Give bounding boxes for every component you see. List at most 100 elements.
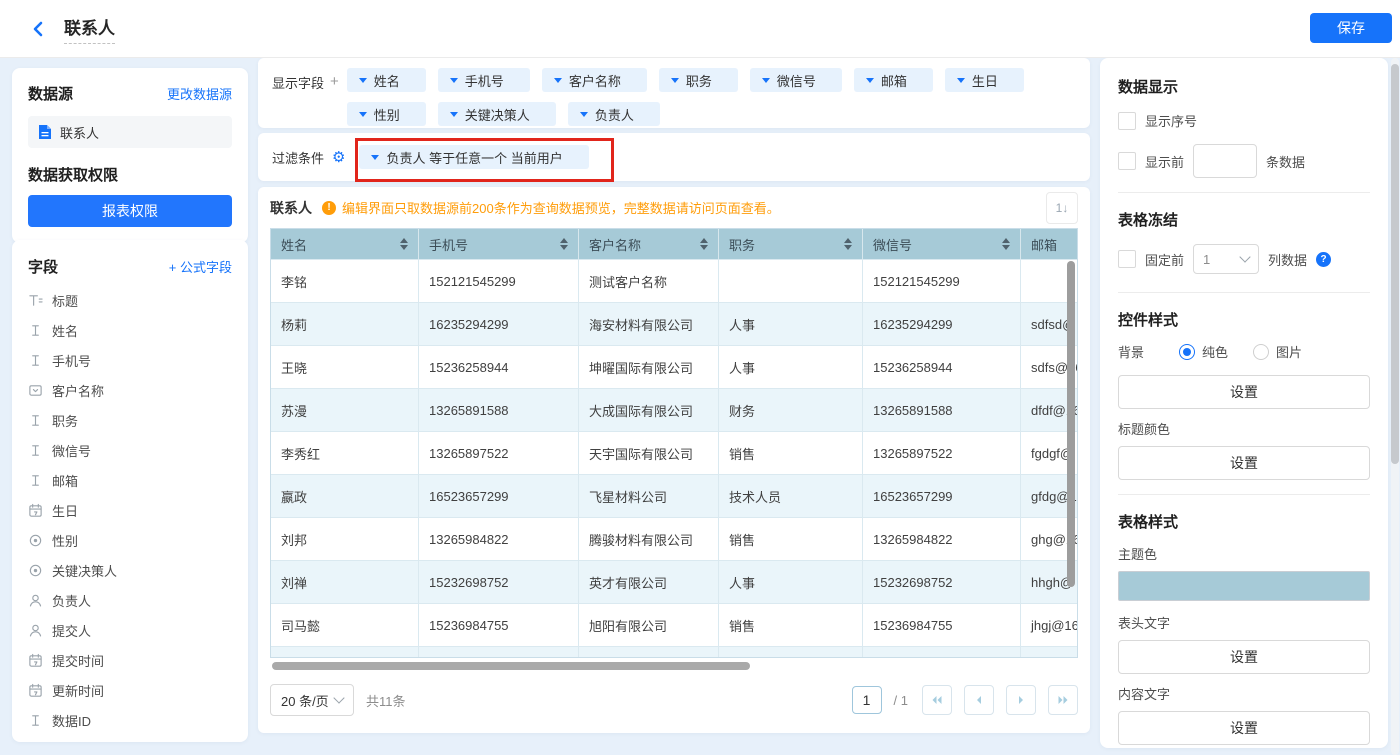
page-title: 联系人 [64, 14, 115, 44]
freeze-count-select[interactable]: 1 [1193, 244, 1259, 274]
gear-icon[interactable]: ⚙ [332, 150, 345, 165]
change-datasource-link[interactable]: 更改数据源 [167, 84, 232, 103]
add-formula-field-link[interactable]: + 公式字段 [169, 257, 232, 276]
filter-condition-chip[interactable]: 负责人 等于任意一个 当前用户 [359, 145, 588, 169]
display-field-chip[interactable]: 生日 [945, 68, 1024, 92]
column-header-label: 邮箱 [1031, 235, 1057, 254]
table-cell: 测试客户名称 [579, 260, 719, 302]
sort-icon [1002, 238, 1010, 250]
field-item-label: 数据ID [52, 711, 91, 730]
field-item[interactable]: 微信号 [12, 435, 248, 465]
help-icon[interactable]: ? [1316, 252, 1331, 267]
table-row: 司马懿15236984755旭阳有限公司销售15236984755jhgj@16 [271, 603, 1077, 646]
table-cell: 16235294299 [863, 303, 1021, 345]
table-row: 苏漫13265891588大成国际有限公司财务13265891588dfdf@1… [271, 388, 1077, 431]
first-page-button[interactable] [922, 685, 952, 715]
title-color-set-button[interactable]: 设置 [1118, 446, 1370, 480]
double-chevron-right-icon [1057, 695, 1069, 705]
show-first-checkbox[interactable] [1118, 152, 1136, 170]
table-cell: 15236984755 [419, 604, 579, 646]
last-page-button[interactable] [1048, 685, 1078, 715]
text-icon [28, 323, 43, 338]
background-set-button[interactable]: 设置 [1118, 375, 1370, 409]
column-header[interactable]: 微信号 [863, 229, 1021, 259]
show-index-checkbox[interactable] [1118, 112, 1136, 130]
next-page-button[interactable] [1006, 685, 1036, 715]
report-permission-button[interactable]: 报表权限 [28, 195, 232, 227]
column-header[interactable]: 职务 [719, 229, 863, 259]
table-cell: 大成国际有限公司 [579, 389, 719, 431]
display-field-chip[interactable]: 客户名称 [542, 68, 647, 92]
vertical-scrollbar[interactable] [1067, 261, 1075, 587]
table-cell: 13265984822 [863, 518, 1021, 560]
sort-icon [700, 238, 708, 250]
person-icon [28, 623, 43, 638]
table-body: 李铭152121545299测试客户名称152121545299杨莉162352… [271, 259, 1077, 658]
column-header[interactable]: 手机号 [419, 229, 579, 259]
display-field-chip[interactable]: 手机号 [438, 68, 530, 92]
table-cell: 销售 [719, 604, 863, 646]
field-item[interactable]: 提交时间 [12, 645, 248, 675]
column-header-label: 手机号 [429, 235, 468, 254]
page-total-label: / 1 [894, 693, 908, 708]
save-button[interactable]: 保存 [1310, 13, 1392, 43]
display-fields-card: 显示字段 + 姓名手机号客户名称职务微信号邮箱生日性别关键决策人负责人 [258, 58, 1090, 128]
column-header[interactable]: 邮箱 [1021, 229, 1078, 259]
header-text-set-button[interactable]: 设置 [1118, 640, 1370, 674]
field-item[interactable]: 职务 [12, 405, 248, 435]
column-header[interactable]: 姓名 [271, 229, 419, 259]
theme-color-label: 主题色 [1118, 544, 1370, 563]
text-icon [28, 443, 43, 458]
horizontal-scrollbar[interactable] [272, 662, 750, 670]
freeze-suffix-label: 列数据 [1268, 250, 1307, 269]
canvas-area: 显示字段 + 姓名手机号客户名称职务微信号邮箱生日性别关键决策人负责人 过滤条件… [258, 58, 1090, 734]
display-field-chip[interactable]: 性别 [347, 102, 426, 126]
theme-color-swatch[interactable] [1118, 571, 1370, 601]
table-cell: 15232698752 [863, 561, 1021, 603]
chevron-down-icon [333, 692, 344, 703]
add-display-field-button[interactable]: + [330, 73, 339, 118]
field-item[interactable]: 负责人 [12, 585, 248, 615]
field-item[interactable]: 更新时间 [12, 675, 248, 705]
display-field-chip[interactable]: 邮箱 [854, 68, 933, 92]
column-header[interactable]: 客户名称 [579, 229, 719, 259]
field-item[interactable]: 提交人 [12, 615, 248, 645]
freeze-checkbox[interactable] [1118, 250, 1136, 268]
display-field-chip[interactable]: 姓名 [347, 68, 426, 92]
chevron-down-icon [580, 112, 588, 117]
display-field-chip[interactable]: 关键决策人 [438, 102, 556, 126]
settings-panel: 数据显示 显示序号 显示前 条数据 表格冻结 固定前 1 列数据 ? 控件样式 … [1100, 58, 1388, 748]
table-row: 杨莉16235294299海安材料有限公司人事16235294299sdfsd@ [271, 302, 1077, 345]
page-number-input[interactable] [852, 686, 882, 714]
datasource-item[interactable]: 联系人 [28, 116, 232, 148]
content-text-set-button[interactable]: 设置 [1118, 711, 1370, 745]
field-item-label: 姓名 [52, 321, 78, 340]
field-item[interactable]: 数据ID [12, 705, 248, 735]
back-button[interactable] [30, 20, 46, 38]
field-item[interactable]: 姓名 [12, 315, 248, 345]
field-item[interactable]: 邮箱 [12, 465, 248, 495]
field-item[interactable]: 客户名称 [12, 375, 248, 405]
solid-color-radio[interactable] [1179, 344, 1195, 360]
column-header-label: 职务 [729, 235, 755, 254]
field-item[interactable]: 标题 [12, 285, 248, 315]
table-cell: 旭阳有限公司 [579, 604, 719, 646]
display-field-chip[interactable]: 微信号 [750, 68, 842, 92]
field-item[interactable]: 生日 [12, 495, 248, 525]
page-scrollbar[interactable] [1391, 64, 1399, 464]
field-item[interactable]: 性别 [12, 525, 248, 555]
datasource-item-label: 联系人 [60, 123, 99, 142]
field-item[interactable]: 关键决策人 [12, 555, 248, 585]
table-cell: 13265891588 [419, 389, 579, 431]
image-radio[interactable] [1253, 344, 1269, 360]
sort-order-icon[interactable]: 1↓ [1046, 192, 1078, 224]
display-field-chip[interactable]: 负责人 [568, 102, 660, 126]
field-item[interactable]: 手机号 [12, 345, 248, 375]
prev-page-button[interactable] [964, 685, 994, 715]
show-first-count-input[interactable] [1193, 144, 1257, 178]
display-field-chip[interactable]: 职务 [659, 68, 738, 92]
pagination-bar: 20 条/页 共11条 / 1 [258, 672, 1090, 716]
chevron-down-icon [671, 78, 679, 83]
page-size-select[interactable]: 20 条/页 [270, 684, 354, 716]
table-cell: 人事 [719, 561, 863, 603]
